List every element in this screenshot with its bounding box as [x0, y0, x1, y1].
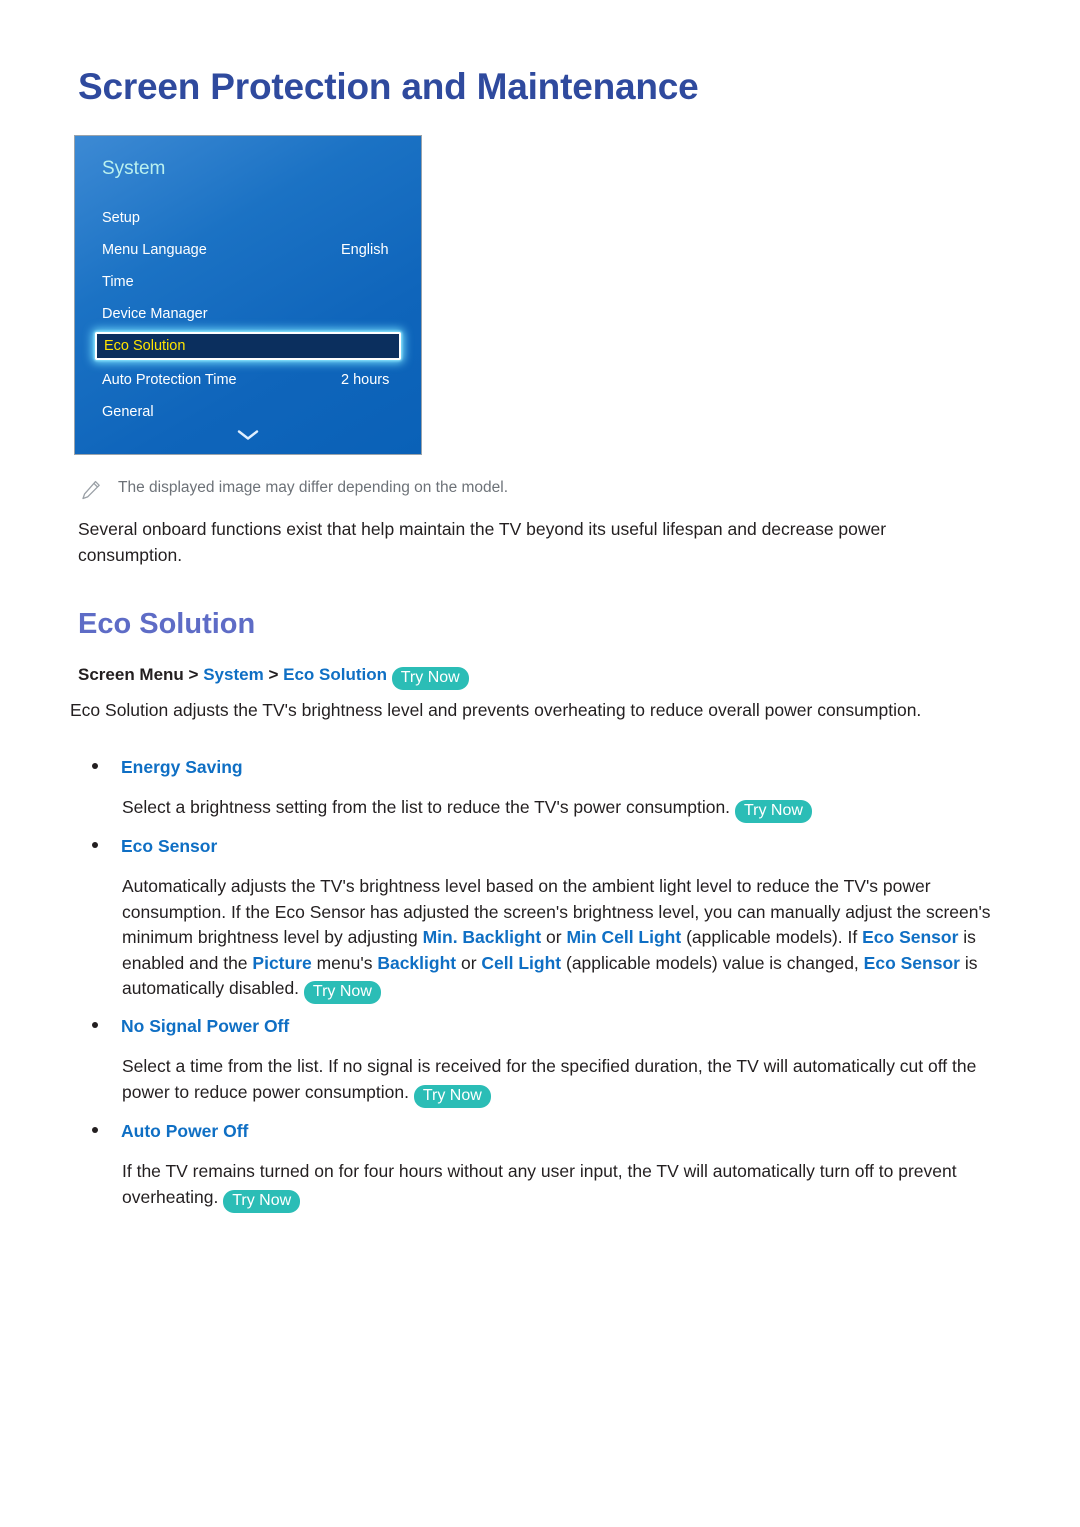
tv-menu-row-value: 2 hours: [341, 372, 390, 388]
pencil-icon: [80, 479, 102, 501]
keyword-eco-sensor: Eco Sensor: [863, 952, 960, 973]
bullet-dot-icon: [92, 1022, 98, 1028]
eco-solution-description: Eco Solution adjusts the TV's brightness…: [70, 700, 922, 720]
bullet-item-energy-saving: Energy Saving: [92, 757, 243, 778]
bullet-item-no-signal-power-off: No Signal Power Off: [92, 1016, 289, 1037]
tv-menu-title: System: [102, 158, 166, 179]
body-text: Select a time from the list. If no signa…: [122, 1056, 977, 1102]
try-now-badge[interactable]: Try Now: [391, 667, 469, 690]
keyword-eco-sensor: Eco Sensor: [862, 927, 959, 947]
page-title: Screen Protection and Maintenance: [78, 66, 699, 107]
bullet-title: Eco Sensor: [121, 836, 218, 856]
chevron-down-icon[interactable]: [235, 428, 261, 442]
intro-paragraph: Several onboard functions exist that hel…: [78, 519, 887, 565]
tv-menu-row-label: Menu Language: [102, 242, 207, 258]
tv-menu-row-label: Device Manager: [102, 306, 208, 322]
try-now-badge[interactable]: Try Now: [223, 1189, 301, 1213]
bullet-dot-icon: [92, 1127, 98, 1133]
tv-menu-row-menu-language[interactable]: Menu Language English: [75, 234, 421, 266]
bullet-item-auto-power-off: Auto Power Off: [92, 1121, 248, 1142]
breadcrumb-separator: >: [268, 665, 279, 684]
tv-menu-row-general[interactable]: General: [75, 396, 421, 428]
tv-menu-row-label: Eco Solution: [104, 338, 186, 354]
breadcrumb-item-eco-solution[interactable]: Eco Solution: [283, 665, 387, 684]
tv-menu-row-time[interactable]: Time: [75, 266, 421, 298]
note-text: The displayed image may differ depending…: [118, 479, 509, 496]
note-line: The displayed image may differ depending…: [80, 478, 980, 501]
keyword-picture: Picture: [252, 952, 312, 973]
tv-menu-row-label: Setup: [102, 210, 140, 226]
no-signal-power-off-body: Select a time from the list. If no signa…: [122, 1054, 1002, 1108]
tv-menu-row-value: English: [341, 242, 389, 258]
keyword-backlight: Backlight: [377, 952, 457, 973]
energy-saving-body: Select a brightness setting from the lis…: [122, 795, 1002, 823]
body-text: or: [541, 927, 567, 947]
tv-menu-row-label: Auto Protection Time: [102, 372, 237, 388]
eco-sensor-body: Automatically adjusts the TV's brightnes…: [122, 874, 1002, 1004]
bullet-dot-icon: [92, 842, 98, 848]
auto-power-off-body: If the TV remains turned on for four hou…: [122, 1159, 1002, 1213]
body-text: (applicable models). If: [681, 927, 863, 947]
try-now-badge[interactable]: Try Now: [413, 1084, 491, 1108]
breadcrumb-separator: >: [188, 665, 199, 684]
bullet-title: Energy Saving: [121, 757, 243, 777]
bullet-dot-icon: [92, 763, 98, 769]
tv-menu-panel: System Setup Menu Language English Time …: [74, 135, 422, 455]
tv-menu-row-device-manager[interactable]: Device Manager: [75, 298, 421, 330]
bullet-item-eco-sensor: Eco Sensor: [92, 836, 217, 857]
body-text: Select a brightness setting from the lis…: [122, 797, 731, 817]
tv-menu-row-eco-solution-selected[interactable]: Eco Solution: [95, 332, 401, 360]
keyword-min-backlight: Min. Backlight: [422, 927, 542, 947]
bullet-title: No Signal Power Off: [121, 1016, 290, 1036]
document-page: Screen Protection and Maintenance System…: [0, 0, 1080, 1527]
keyword-cell-light: Cell Light: [481, 952, 562, 973]
tv-menu-row-label: General: [102, 404, 154, 420]
tv-menu-row-auto-protection-time[interactable]: Auto Protection Time 2 hours: [75, 364, 421, 396]
breadcrumb: Screen Menu > System > Eco Solution Try …: [78, 663, 469, 690]
body-text: (applicable models) value is changed,: [561, 952, 864, 973]
body-text: menu's: [311, 952, 378, 973]
try-now-badge[interactable]: Try Now: [303, 981, 381, 1004]
tv-menu-row-label: Time: [102, 274, 134, 290]
section-heading: Eco Solution: [78, 608, 256, 640]
keyword-min-cell-light: Min Cell Light: [566, 927, 682, 947]
breadcrumb-root: Screen Menu: [78, 665, 184, 684]
try-now-badge[interactable]: Try Now: [734, 800, 812, 823]
tv-menu-row-setup[interactable]: Setup: [75, 202, 421, 234]
bullet-title: Auto Power Off: [121, 1121, 249, 1141]
breadcrumb-item-system[interactable]: System: [203, 665, 263, 684]
body-text: or: [456, 952, 482, 973]
